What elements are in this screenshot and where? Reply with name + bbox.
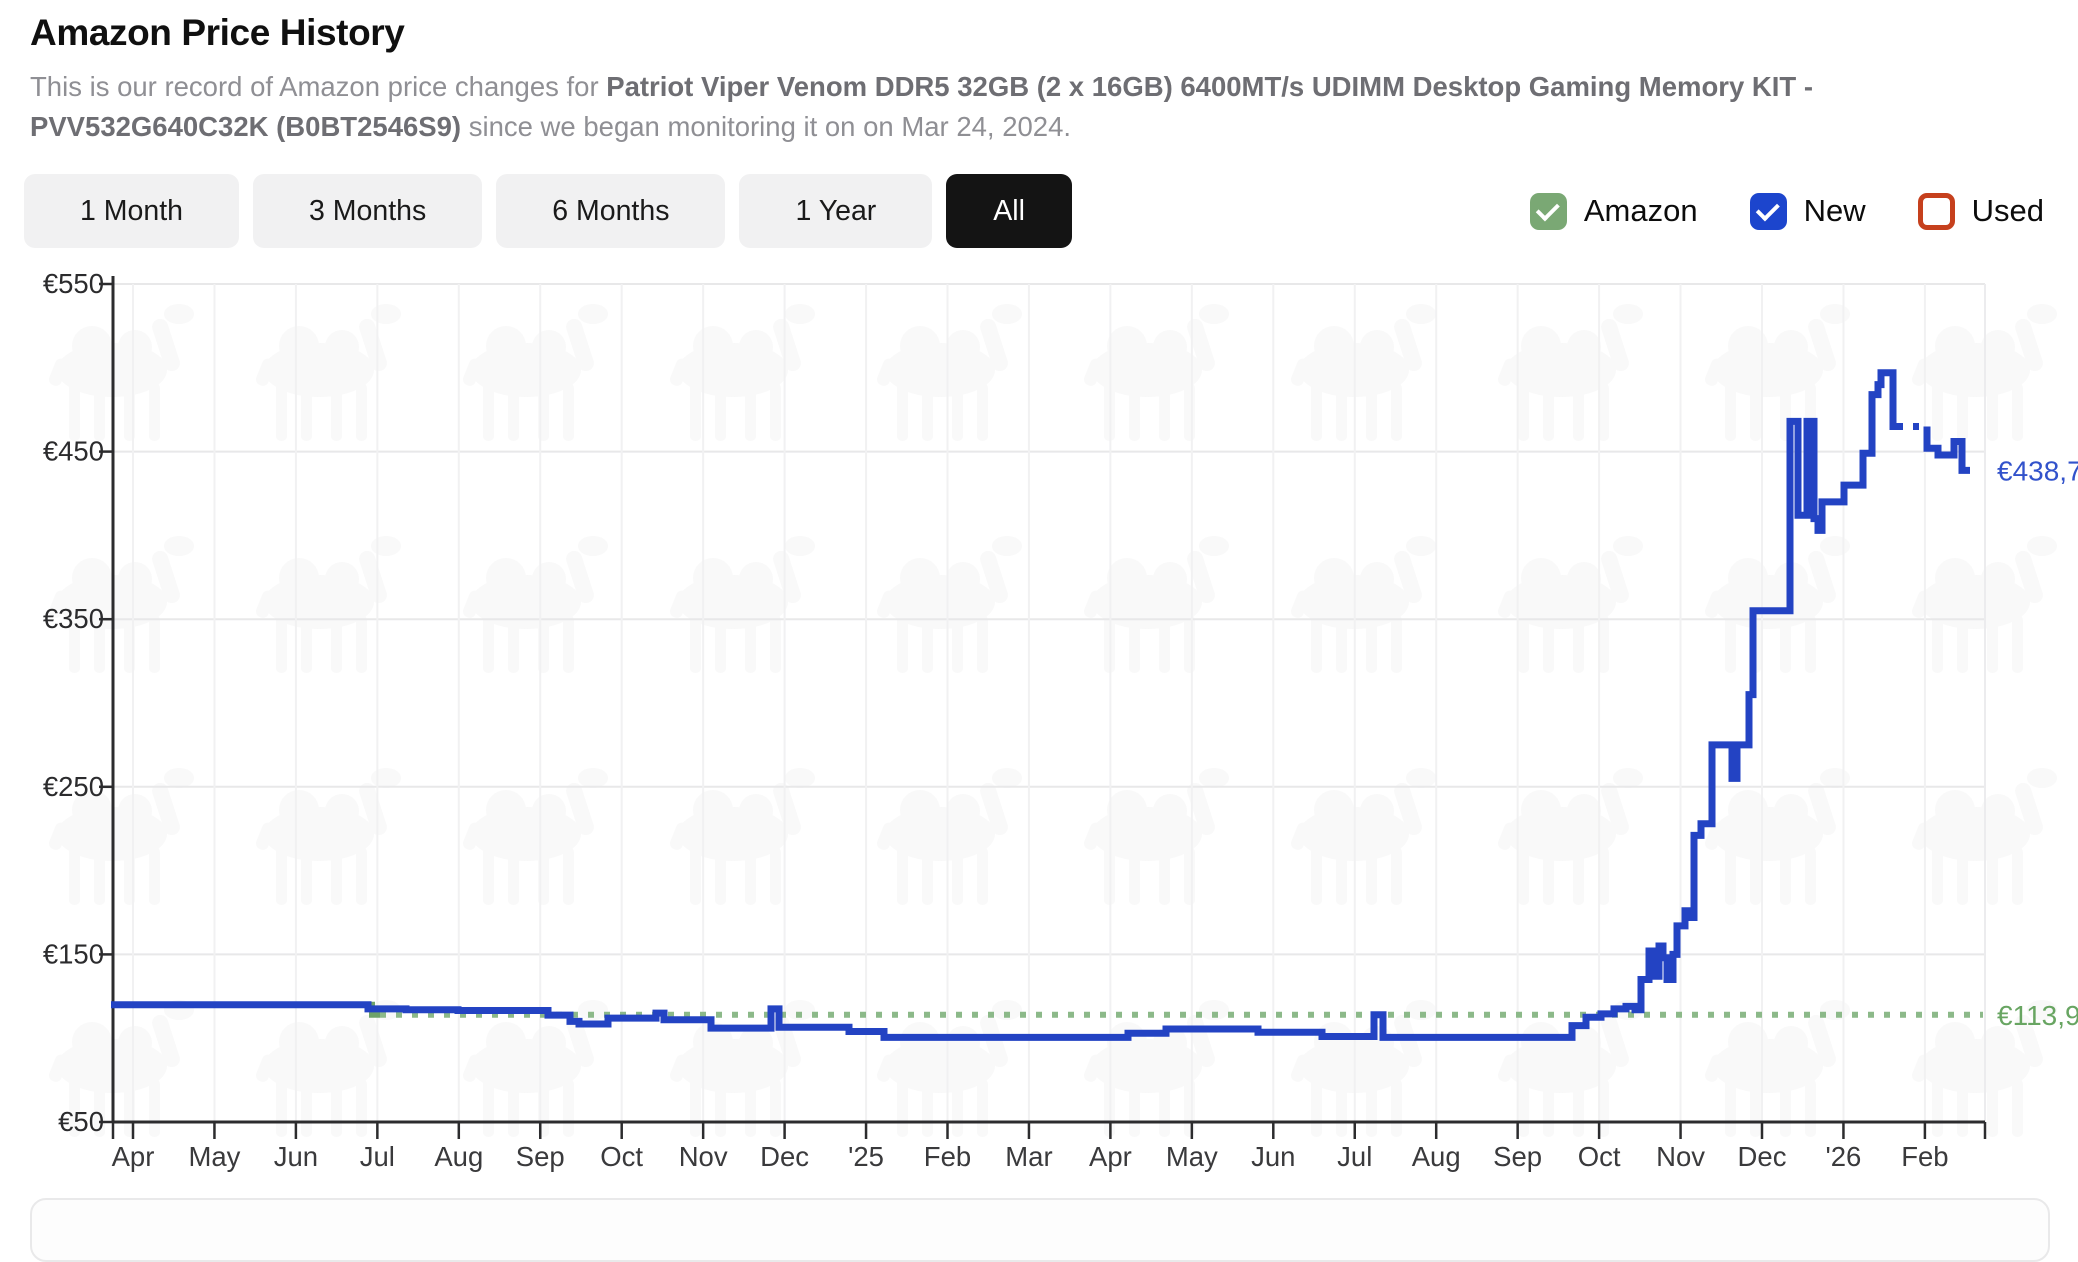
x-tick-label: Mar bbox=[1005, 1141, 1052, 1172]
x-tick-label: '26 bbox=[1826, 1141, 1862, 1172]
x-tick-label: Apr bbox=[1089, 1141, 1132, 1172]
x-tick-label: Aug bbox=[434, 1141, 483, 1172]
x-tick-label: Jun bbox=[274, 1141, 318, 1172]
legend-item-new[interactable]: New bbox=[1750, 193, 1866, 230]
x-tick-label: Sep bbox=[1493, 1141, 1542, 1172]
checkmark-icon bbox=[1536, 197, 1560, 221]
y-tick-label: €550 bbox=[43, 268, 104, 299]
x-tick-label: Jul bbox=[1337, 1141, 1372, 1172]
range-button-1-year[interactable]: 1 Year bbox=[739, 174, 932, 248]
x-tick-label: May bbox=[188, 1141, 240, 1172]
x-tick-label: May bbox=[1166, 1141, 1218, 1172]
unchecked-checkbox-icon[interactable] bbox=[1918, 193, 1955, 230]
y-tick-label: €350 bbox=[43, 603, 104, 634]
x-tick-label: Jul bbox=[360, 1141, 395, 1172]
legend-label: Used bbox=[1972, 193, 2044, 229]
y-tick-label: €250 bbox=[43, 771, 104, 802]
legend-item-amazon[interactable]: Amazon bbox=[1530, 193, 1698, 230]
x-tick-label: Dec bbox=[760, 1141, 809, 1172]
legend-label: Amazon bbox=[1584, 193, 1698, 229]
range-button-3-months[interactable]: 3 Months bbox=[253, 174, 482, 248]
price-annotation-new: €438,77 bbox=[1997, 455, 2078, 486]
legend: Amazon New Used bbox=[1530, 193, 2048, 230]
range-buttons: 1 Month3 Months6 Months1 YearAll bbox=[24, 174, 1086, 248]
range-button-all[interactable]: All bbox=[946, 174, 1072, 248]
x-tick-label: Jun bbox=[1251, 1141, 1295, 1172]
x-tick-label: Oct bbox=[1578, 1141, 1621, 1172]
x-tick-label: Feb bbox=[924, 1141, 971, 1172]
checked-checkbox-icon[interactable] bbox=[1750, 193, 1787, 230]
x-tick-label: Apr bbox=[112, 1141, 155, 1172]
page-title: Amazon Price History bbox=[30, 12, 2048, 54]
range-button-6-months[interactable]: 6 Months bbox=[496, 174, 725, 248]
x-tick-label: Oct bbox=[600, 1141, 643, 1172]
subtitle: This is our record of Amazon price chang… bbox=[30, 67, 2045, 147]
x-tick-label: Nov bbox=[1656, 1141, 1705, 1172]
range-button-1-month[interactable]: 1 Month bbox=[24, 174, 239, 248]
legend-item-used[interactable]: Used bbox=[1918, 193, 2044, 230]
x-tick-label: '25 bbox=[848, 1141, 884, 1172]
subtitle-suffix: since we began monitoring it on on Mar 2… bbox=[461, 111, 1071, 142]
checkmark-icon bbox=[1755, 197, 1779, 221]
header: Amazon Price History This is our record … bbox=[0, 0, 2078, 248]
x-axis-labels: Apr May Jun Jul Aug Sep Oct Nov Dec '25 Feb Mar Apr M… bbox=[112, 1141, 1949, 1172]
legend-label: New bbox=[1804, 193, 1866, 229]
x-tick-label: Aug bbox=[1412, 1141, 1461, 1172]
camel-watermark bbox=[0, 228, 2078, 1162]
x-tick-label: Feb bbox=[1901, 1141, 1948, 1172]
x-tick-label: Nov bbox=[679, 1141, 728, 1172]
checked-checkbox-icon[interactable] bbox=[1530, 193, 1567, 230]
y-tick-label: €150 bbox=[43, 938, 104, 969]
y-tick-label: €450 bbox=[43, 436, 104, 467]
price-annotation-amazon: €113,99 bbox=[1997, 1000, 2078, 1031]
x-tick-label: Dec bbox=[1738, 1141, 1787, 1172]
controls-row: 1 Month3 Months6 Months1 YearAll Amazon N… bbox=[24, 174, 2048, 248]
x-tick-label: Sep bbox=[516, 1141, 565, 1172]
y-tick-label: €50 bbox=[58, 1106, 104, 1137]
subtitle-prefix: This is our record of Amazon price chang… bbox=[30, 71, 606, 102]
